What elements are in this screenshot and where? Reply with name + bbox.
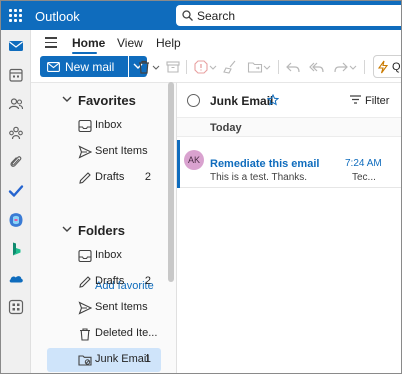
filter-icon[interactable] (349, 94, 362, 105)
chevron-down-icon (62, 226, 72, 232)
report-icon[interactable] (193, 59, 209, 75)
quick-steps-label: Qu (392, 61, 401, 73)
folder-label: Junk Email (95, 353, 149, 365)
sweep-icon[interactable] (222, 59, 238, 75)
delete-dropdown-icon[interactable] (152, 59, 160, 75)
app-rail (1, 30, 31, 373)
folder-item-drafts[interactable]: Drafts 2 (47, 270, 161, 294)
outlook-window: Outlook Search Home View Help New mail Q… (0, 0, 402, 374)
people-app-icon[interactable] (8, 96, 24, 112)
toolbar-separator (364, 60, 365, 74)
message-preview-truncated: Tec... (352, 172, 376, 183)
move-dropdown-icon[interactable] (263, 59, 271, 75)
folder-pane-scrollbar[interactable] (168, 82, 174, 282)
junk-folder-icon (78, 355, 92, 366)
send-icon (78, 145, 92, 159)
star-icon[interactable] (267, 94, 279, 106)
folder-item-junk-email[interactable]: Junk Email 1 (47, 348, 161, 372)
folder-label: Drafts (95, 171, 125, 183)
delete-icon[interactable] (136, 59, 152, 75)
toolbar-separator (186, 60, 187, 74)
folder-label: Inbox (95, 249, 122, 261)
tab-help[interactable]: Help (156, 36, 181, 50)
ribbon: Home View Help New mail Q (31, 30, 401, 82)
message-item[interactable]: AK Remediate this email 7:24 AM This is … (177, 140, 401, 188)
quick-steps-button[interactable]: Qu (373, 55, 401, 78)
pencil-icon (79, 172, 91, 184)
unread-count: 1 (144, 353, 151, 365)
filter-button[interactable]: Filter (365, 95, 389, 107)
inbox-icon (78, 249, 92, 263)
message-preview: This is a test. Thanks. (210, 172, 308, 183)
more-apps-icon[interactable] (8, 299, 24, 315)
message-list: Junk Email Filter Today AK Remediate thi… (176, 82, 401, 373)
message-subject: Remediate this email (210, 158, 320, 170)
move-to-folder-icon[interactable] (247, 59, 263, 75)
attachment-app-icon[interactable] (8, 154, 24, 170)
day-group-label: Today (210, 122, 242, 134)
mail-app-icon[interactable] (8, 38, 24, 54)
todo-app-icon[interactable] (8, 183, 24, 199)
bookings-app-icon[interactable] (8, 241, 24, 257)
app-launcher-icon[interactable] (7, 7, 23, 23)
folder-label: Drafts (95, 275, 125, 287)
folder-title: Junk Email (210, 94, 274, 108)
folder-label: Sent Items (95, 301, 148, 313)
toolbar-separator (278, 60, 279, 74)
inbox-icon (78, 119, 92, 133)
unread-count: 2 (144, 171, 151, 183)
favorite-item-inbox[interactable]: Inbox (47, 114, 161, 138)
folders-section-header[interactable]: Folders (31, 220, 171, 242)
folder-label: Inbox (95, 119, 122, 131)
send-icon (78, 301, 92, 315)
forward-icon[interactable] (333, 59, 349, 75)
message-time: 7:24 AM (345, 158, 382, 169)
archive-icon[interactable] (165, 59, 181, 75)
top-bar: Outlook Search (1, 1, 401, 30)
groups-app-icon[interactable] (8, 125, 24, 141)
folder-label: Sent Items (95, 145, 148, 157)
calendar-app-icon[interactable] (8, 67, 24, 83)
unread-count: 2 (144, 275, 151, 287)
folder-label: Deleted Ite... (95, 327, 158, 339)
trash-icon (80, 328, 90, 341)
search-icon (182, 10, 193, 21)
report-dropdown-icon[interactable] (209, 59, 217, 75)
select-all-checkbox[interactable] (187, 94, 200, 107)
forward-dropdown-icon[interactable] (349, 59, 357, 75)
folder-item-deleted-items[interactable]: Deleted Ite... (47, 322, 161, 346)
active-tab-indicator (72, 52, 97, 54)
folders-label: Folders (78, 223, 125, 238)
favorites-label: Favorites (78, 93, 136, 108)
search-placeholder: Search (197, 9, 236, 23)
message-list-header: Junk Email Filter (177, 83, 401, 117)
reply-icon[interactable] (285, 59, 301, 75)
office-app-icon[interactable] (8, 212, 24, 228)
pencil-icon (79, 276, 91, 288)
favorites-section-header[interactable]: Favorites (31, 90, 171, 112)
day-group-header: Today (177, 117, 401, 137)
favorite-item-sent-items[interactable]: Sent Items (47, 140, 161, 164)
onedrive-app-icon[interactable] (8, 270, 24, 286)
selection-indicator (177, 140, 180, 188)
chevron-down-icon (62, 96, 72, 102)
avatar: AK (184, 150, 204, 170)
new-mail-button[interactable]: New mail (40, 56, 128, 77)
folder-pane: Favorites Inbox Sent Items Drafts 2 Add … (31, 82, 176, 373)
new-mail-label: New mail (65, 60, 115, 74)
search-input[interactable]: Search (176, 5, 401, 26)
tab-view[interactable]: View (117, 36, 143, 50)
reply-all-icon[interactable] (309, 59, 325, 75)
mail-icon (47, 62, 60, 72)
hamburger-menu-icon[interactable] (45, 37, 57, 48)
app-title: Outlook (35, 9, 80, 24)
tab-home[interactable]: Home (72, 36, 105, 50)
folder-item-sent-items[interactable]: Sent Items (47, 296, 161, 320)
lightning-icon (377, 60, 389, 74)
favorite-item-drafts[interactable]: Drafts 2 (47, 166, 161, 190)
folder-item-inbox[interactable]: Inbox (47, 244, 161, 268)
